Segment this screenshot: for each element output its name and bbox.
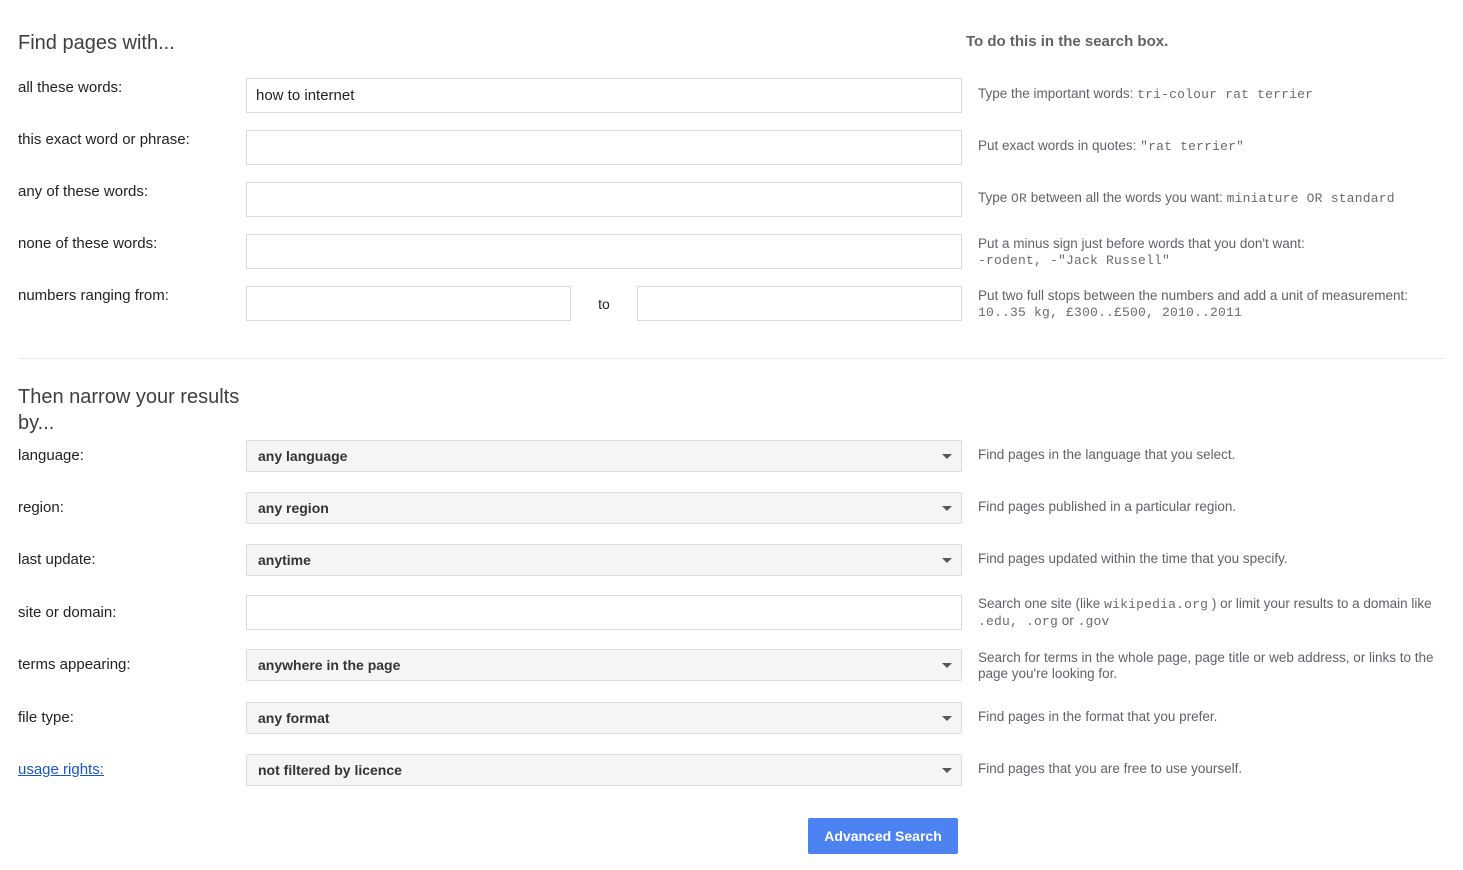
select-terms-appearing-value: anywhere in the page <box>258 650 400 680</box>
help-numbers-ranging-from: Put two full stops between the numbers a… <box>978 288 1448 321</box>
help-any-of-these-words: Type OR between all the words you want: … <box>978 190 1448 207</box>
help-exact-word-or-phrase: Put exact words in quotes: "rat terrier" <box>978 138 1448 155</box>
help-text-prefix: Type <box>978 190 1011 205</box>
row-any-of-these-words: any of these words: Type OR between all … <box>0 182 1463 234</box>
label-file-type: file type: <box>18 708 240 728</box>
help-file-type: Find pages in the format that you prefer… <box>978 709 1448 725</box>
page-title-find-pages-with: Find pages with... <box>18 30 238 56</box>
help-text-example: 10..35 kg, £300..£500, 2010..2011 <box>978 305 1242 320</box>
search-box-column-heading: To do this in the search box. <box>966 32 1406 52</box>
chevron-down-icon <box>942 663 952 668</box>
label-none-of-these-words: none of these words: <box>18 234 240 254</box>
help-text-middle-2: or <box>1058 613 1078 628</box>
chevron-down-icon <box>942 768 952 773</box>
help-terms-appearing: Search for terms in the whole page, page… <box>978 650 1448 682</box>
input-site-or-domain[interactable] <box>246 595 962 630</box>
chevron-down-icon <box>942 454 952 459</box>
chevron-down-icon <box>942 506 952 511</box>
help-text-example-site: wikipedia.org <box>1104 597 1208 612</box>
link-usage-rights[interactable]: usage rights: <box>18 761 104 778</box>
help-text-operator: OR <box>1011 191 1027 206</box>
help-text-prefix: Put a minus sign just before words that … <box>978 236 1305 251</box>
help-text-example: tri-colour rat terrier <box>1137 87 1313 102</box>
row-terms-appearing: terms appearing: anywhere in the page Se… <box>0 649 1463 701</box>
help-text-middle: between all the words you want: <box>1027 190 1227 205</box>
select-file-type[interactable]: any format <box>246 702 962 734</box>
select-language-value: any language <box>258 441 347 471</box>
label-language: language: <box>18 446 240 466</box>
label-terms-appearing: terms appearing: <box>18 655 240 675</box>
field-exact-word-or-phrase <box>246 130 962 165</box>
label-region: region: <box>18 498 240 518</box>
label-numbers-ranging-from: numbers ranging from: <box>18 286 240 306</box>
help-region: Find pages published in a particular reg… <box>978 499 1448 515</box>
help-text-example-domains: .edu, .org <box>978 614 1058 629</box>
help-usage-rights: Find pages that you are free to use your… <box>978 761 1448 777</box>
row-site-or-domain: site or domain: Search one site (like wi… <box>0 595 1463 647</box>
input-any-of-these-words[interactable] <box>246 182 962 217</box>
label-any-of-these-words: any of these words: <box>18 182 240 202</box>
field-last-update: anytime <box>246 544 962 576</box>
help-language: Find pages in the language that you sele… <box>978 447 1448 463</box>
row-file-type: file type: any format Find pages in the … <box>0 702 1463 754</box>
advanced-search-page: Find pages with... To do this in the sea… <box>0 0 1463 870</box>
advanced-search-button[interactable]: Advanced Search <box>808 818 958 854</box>
range-separator-label: to <box>571 296 637 312</box>
field-file-type: any format <box>246 702 962 734</box>
chevron-down-icon <box>942 716 952 721</box>
select-file-type-value: any format <box>258 703 330 733</box>
row-region: region: any region Find pages published … <box>0 492 1463 544</box>
row-all-these-words: all these words: Type the important word… <box>0 78 1463 130</box>
field-numbers-ranging-from: to <box>246 286 962 321</box>
help-text-example: -rodent, -"Jack Russell" <box>978 253 1170 268</box>
help-all-these-words: Type the important words: tri-colour rat… <box>978 86 1448 103</box>
row-exact-word-or-phrase: this exact word or phrase: Put exact wor… <box>0 130 1463 182</box>
label-last-update: last update: <box>18 550 240 570</box>
help-text-middle: ) or limit your results to a domain like <box>1208 596 1432 611</box>
chevron-down-icon <box>942 558 952 563</box>
input-numbers-range-to[interactable] <box>637 286 962 321</box>
field-terms-appearing: anywhere in the page <box>246 649 962 681</box>
input-none-of-these-words[interactable] <box>246 234 962 269</box>
field-site-or-domain <box>246 595 962 630</box>
input-exact-word-or-phrase[interactable] <box>246 130 962 165</box>
help-text-prefix: Search one site (like <box>978 596 1104 611</box>
input-numbers-range-from[interactable] <box>246 286 571 321</box>
help-last-update: Find pages updated within the time that … <box>978 551 1448 567</box>
help-text-prefix: Put exact words in quotes: <box>978 138 1140 153</box>
label-site-or-domain: site or domain: <box>18 603 240 623</box>
help-site-or-domain: Search one site (like wikipedia.org ) or… <box>978 596 1448 630</box>
select-language[interactable]: any language <box>246 440 962 472</box>
select-last-update[interactable]: anytime <box>246 544 962 576</box>
field-usage-rights: not filtered by licence <box>246 754 962 786</box>
select-usage-rights[interactable]: not filtered by licence <box>246 754 962 786</box>
field-all-these-words <box>246 78 962 113</box>
input-all-these-words[interactable] <box>246 78 962 113</box>
field-none-of-these-words <box>246 234 962 269</box>
help-text-example: "rat terrier" <box>1140 139 1244 154</box>
select-terms-appearing[interactable]: anywhere in the page <box>246 649 962 681</box>
section-divider <box>18 358 1445 359</box>
row-language: language: any language Find pages in the… <box>0 440 1463 492</box>
help-text-example: miniature OR standard <box>1227 191 1395 206</box>
help-text-prefix: Put two full stops between the numbers a… <box>978 288 1408 303</box>
row-none-of-these-words: none of these words: Put a minus sign ju… <box>0 234 1463 286</box>
select-usage-rights-value: not filtered by licence <box>258 755 402 785</box>
label-all-these-words: all these words: <box>18 78 240 98</box>
field-language: any language <box>246 440 962 472</box>
select-region[interactable]: any region <box>246 492 962 524</box>
row-numbers-ranging-from: numbers ranging from: to Put two full st… <box>0 286 1463 338</box>
page-title-narrow-results: Then narrow your results by... <box>18 384 243 436</box>
row-usage-rights: usage rights: not filtered by licence Fi… <box>0 754 1463 806</box>
help-text-example-gov: .gov <box>1078 614 1110 629</box>
field-any-of-these-words <box>246 182 962 217</box>
field-region: any region <box>246 492 962 524</box>
help-text-prefix: Type the important words: <box>978 86 1137 101</box>
label-exact-word-or-phrase: this exact word or phrase: <box>18 130 240 150</box>
help-none-of-these-words: Put a minus sign just before words that … <box>978 236 1448 269</box>
select-region-value: any region <box>258 493 329 523</box>
select-last-update-value: anytime <box>258 545 311 575</box>
row-last-update: last update: anytime Find pages updated … <box>0 544 1463 596</box>
